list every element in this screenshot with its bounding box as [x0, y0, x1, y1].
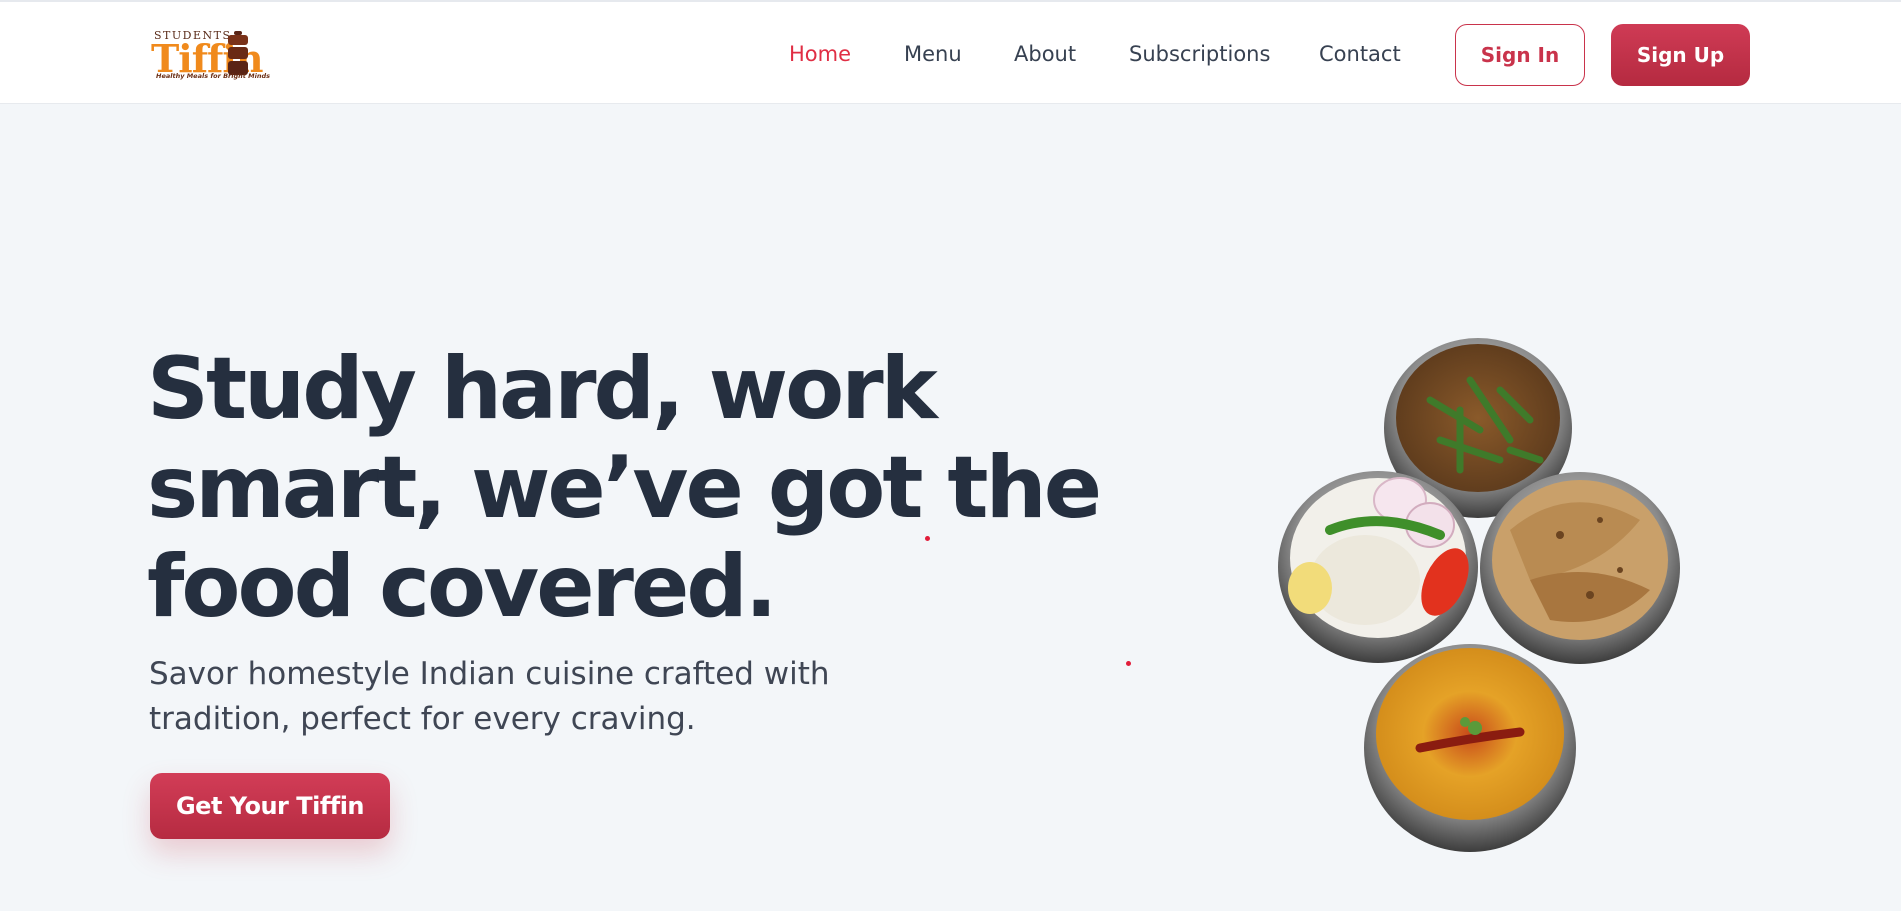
sign-up-button[interactable]: Sign Up [1611, 24, 1750, 86]
get-your-tiffin-button[interactable]: Get Your Tiffin [150, 773, 390, 839]
nav-link-menu[interactable]: Menu [904, 42, 962, 66]
chapati-bowl [1480, 472, 1680, 664]
nav-link-about[interactable]: About [1014, 42, 1076, 66]
tiffin-bowls-illustration [1278, 338, 1680, 852]
nav-link-contact[interactable]: Contact [1319, 42, 1401, 66]
decorative-dot [1126, 661, 1131, 666]
nav-link-home[interactable]: Home [789, 42, 851, 66]
navbar: STUDENTS Tiffin Healthy Meals for Bright… [0, 0, 1901, 104]
sign-in-button[interactable]: Sign In [1455, 24, 1585, 86]
nav-link-subscriptions[interactable]: Subscriptions [1129, 42, 1270, 66]
decorative-dot [925, 536, 930, 541]
hero-subtitle: Savor homestyle Indian cuisine crafted w… [149, 656, 830, 737]
dal-tadka-bowl [1364, 644, 1576, 852]
rice-salad-bowl [1278, 471, 1478, 663]
logo-tagline: Healthy Meals for Bright Minds [156, 72, 270, 80]
hero-title: Study hard, work smart, we’ve got the fo… [147, 339, 1102, 637]
